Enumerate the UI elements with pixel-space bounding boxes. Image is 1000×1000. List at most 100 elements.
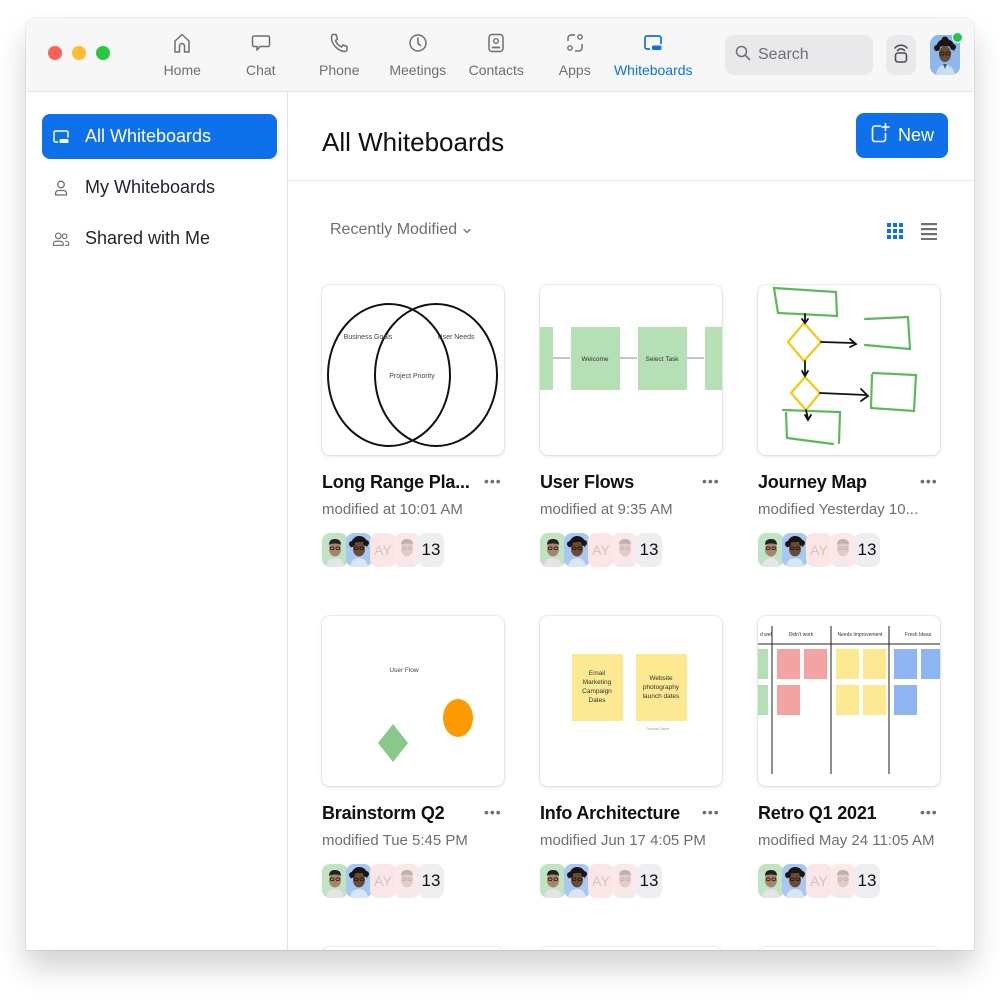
people-icon (52, 230, 70, 248)
avatar-face-icon (762, 870, 780, 898)
zoom-window-button[interactable] (96, 46, 110, 60)
nav-phone-label: Phone (319, 62, 360, 78)
nav-apps[interactable]: Apps (536, 28, 615, 84)
collaborator-avatars[interactable]: AY 13 (322, 533, 444, 567)
clock-icon (407, 31, 429, 55)
sidebar-item-my-whiteboards[interactable]: My Whiteboards (42, 165, 277, 210)
whiteboard-thumbnail[interactable] (322, 947, 504, 950)
venn-label: User Needs (438, 334, 475, 341)
collaborator-count: 13 (418, 864, 444, 898)
avatar: AY (370, 864, 396, 898)
column-header: Needs Improvement (837, 632, 883, 638)
minimize-window-button[interactable] (72, 46, 86, 60)
search-placeholder: Search (758, 46, 809, 63)
nav-whiteboards-label: Whiteboards (613, 62, 693, 78)
nav-contacts[interactable]: Contacts (457, 28, 536, 84)
avatar (394, 864, 420, 898)
phone-icon (328, 31, 350, 55)
collaborator-count: 13 (636, 864, 662, 898)
whiteboard-icon (52, 128, 70, 146)
avatar-face-icon (349, 536, 369, 567)
avatar (564, 533, 590, 567)
nav-home[interactable]: Home (143, 28, 222, 84)
flow-step-label: Welcome (582, 356, 609, 363)
whiteboard-thumbnail[interactable]: Welcome Select Task (540, 285, 722, 455)
card-modified-time: modified Tue 5:45 PM (322, 832, 468, 849)
main-header: All Whiteboards New (289, 92, 974, 181)
nav-meetings[interactable]: Meetings (379, 28, 458, 84)
avatar (564, 864, 590, 898)
apps-icon (564, 31, 586, 55)
search-input[interactable]: Search (725, 35, 873, 75)
sidebar-item-shared-with-me[interactable]: Shared with Me (42, 216, 277, 261)
whiteboard-card[interactable]: d well Didn't work Needs Improvement Fre… (758, 616, 940, 898)
more-options-button[interactable]: ••• (920, 804, 938, 820)
whiteboard-thumbnail[interactable]: User Flow (322, 616, 504, 786)
search-icon (735, 45, 751, 66)
whiteboard-thumbnail[interactable] (758, 285, 940, 455)
whiteboard-thumbnail[interactable]: d well Didn't work Needs Improvement Fre… (758, 616, 940, 786)
avatar (758, 533, 784, 567)
avatar-face-icon (349, 867, 369, 898)
whiteboard-thumbnail[interactable] (758, 947, 940, 950)
more-options-button[interactable]: ••• (702, 473, 720, 489)
more-options-button[interactable]: ••• (702, 804, 720, 820)
collaborator-avatars[interactable]: AY 13 (322, 864, 444, 898)
cast-icon (892, 41, 910, 70)
avatar (830, 864, 856, 898)
whiteboard-card[interactable]: Journey Map ••• modified Yesterday 10...… (758, 285, 940, 567)
whiteboard-card[interactable]: User Flow Brainstorm Q2 ••• modified Tue… (322, 616, 504, 898)
card-title[interactable]: Long Range Pla... (322, 472, 470, 493)
grid-view-toggle[interactable] (887, 222, 903, 240)
whiteboard-thumbnail[interactable]: Business Goals User Needs Project Priori… (322, 285, 504, 455)
collaborator-avatars[interactable]: AY 13 (540, 864, 662, 898)
new-whiteboard-icon (870, 122, 890, 149)
whiteboard-thumbnail[interactable] (540, 947, 722, 950)
avatar: AY (588, 533, 614, 567)
share-screen-button[interactable] (886, 35, 916, 75)
window-controls (48, 46, 110, 60)
collaborator-count: 13 (418, 533, 444, 567)
avatar (758, 864, 784, 898)
nav-chat[interactable]: Chat (222, 28, 301, 84)
avatar-face-icon (544, 870, 562, 898)
whiteboard-card[interactable]: Business Goals User Needs Project Priori… (322, 285, 504, 567)
chevron-down-icon (463, 221, 471, 239)
card-modified-time: modified at 10:01 AM (322, 501, 463, 518)
card-title[interactable]: Info Architecture (540, 803, 680, 824)
avatar-face-icon (616, 539, 634, 567)
sidebar: All Whiteboards My Whiteboards Shared wi… (26, 92, 288, 950)
sidebar-item-all-whiteboards[interactable]: All Whiteboards (42, 114, 277, 159)
avatar-face-icon (398, 539, 416, 567)
avatar (346, 864, 372, 898)
avatar (782, 533, 808, 567)
card-title[interactable]: Journey Map (758, 472, 867, 493)
avatar: AY (370, 533, 396, 567)
column-header: Didn't work (789, 632, 814, 638)
card-title[interactable]: User Flows (540, 472, 634, 493)
shape-label: User Flow (389, 667, 419, 674)
list-view-toggle[interactable] (921, 222, 937, 240)
whiteboard-thumbnail[interactable]: Email Marketing Campaign Dates Website photo… (540, 616, 722, 786)
new-button-label: New (897, 125, 934, 145)
card-title[interactable]: Brainstorm Q2 (322, 803, 445, 824)
page-title: All Whiteboards (322, 127, 505, 157)
avatar-face-icon (834, 539, 852, 567)
nav-whiteboards[interactable]: Whiteboards (614, 28, 693, 84)
nav-phone[interactable]: Phone (300, 28, 379, 84)
more-options-button[interactable]: ••• (484, 473, 502, 489)
new-whiteboard-button[interactable]: New (856, 113, 948, 158)
avatar (540, 533, 566, 567)
sort-dropdown[interactable]: Recently Modified (330, 221, 471, 239)
collaborator-avatars[interactable]: AY 13 (758, 533, 880, 567)
more-options-button[interactable]: ••• (920, 473, 938, 489)
whiteboard-card[interactable]: Welcome Select Task User Flows ••• modif… (540, 285, 722, 567)
avatar (346, 533, 372, 567)
whiteboard-card[interactable]: Email Marketing Campaign Dates Website photo… (540, 616, 722, 898)
more-options-button[interactable]: ••• (484, 804, 502, 820)
collaborator-avatars[interactable]: AY 13 (758, 864, 880, 898)
avatar-face-icon (834, 870, 852, 898)
collaborator-avatars[interactable]: AY 13 (540, 533, 662, 567)
card-title[interactable]: Retro Q1 2021 (758, 803, 877, 824)
close-window-button[interactable] (48, 46, 62, 60)
